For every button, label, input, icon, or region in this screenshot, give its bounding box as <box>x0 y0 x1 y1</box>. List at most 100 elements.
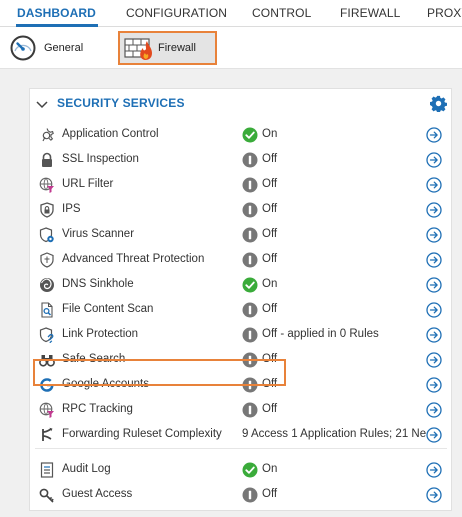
url-filter-icon <box>39 177 55 193</box>
go-arrow-icon[interactable] <box>426 202 442 221</box>
service-row-virus-scanner: Virus Scanner Off <box>30 223 451 248</box>
status-on-check-icon <box>242 462 258 481</box>
gauge-icon <box>9 34 37 62</box>
service-status: Off <box>262 153 278 165</box>
service-label: File Content Scan <box>62 303 154 315</box>
service-label: URL Filter <box>62 178 114 190</box>
binoculars-icon <box>39 352 55 368</box>
service-status: Off - applied in 0 Rules <box>262 328 379 340</box>
go-arrow-icon[interactable] <box>426 177 442 196</box>
subtab-general[interactable]: General <box>9 31 83 65</box>
subtab-firewall[interactable]: Firewall <box>118 31 217 65</box>
application-control-icon <box>39 127 55 143</box>
service-status: Off <box>262 203 278 215</box>
service-status: Off <box>262 178 278 190</box>
service-label: Virus Scanner <box>62 228 135 240</box>
service-row-rpc-tracking: RPC Tracking Off <box>30 398 451 423</box>
go-arrow-icon[interactable] <box>426 327 442 346</box>
service-label: Safe Search <box>62 353 126 365</box>
subtab-firewall-label: Firewall <box>158 42 196 54</box>
gear-icon[interactable] <box>430 95 447 115</box>
collapse-chevron-icon[interactable] <box>36 98 48 112</box>
go-arrow-icon[interactable] <box>426 252 442 271</box>
status-on-check-icon <box>242 277 258 296</box>
panel-title: SECURITY SERVICES <box>57 96 185 110</box>
security-services-panel: SECURITY SERVICES Application Control On S… <box>29 88 452 511</box>
status-off-icon <box>242 302 258 321</box>
go-arrow-icon[interactable] <box>426 377 442 396</box>
service-row-dns-sinkhole: DNS Sinkhole On <box>30 273 451 298</box>
service-label: Guest Access <box>62 488 133 500</box>
rpc-icon <box>39 402 55 418</box>
service-status: 9 Access 1 Application Rules; 21 Ne... <box>242 428 428 440</box>
go-arrow-icon[interactable] <box>426 277 442 296</box>
go-arrow-icon[interactable] <box>426 127 442 146</box>
tab-configuration[interactable]: CONFIGURATION <box>126 6 227 20</box>
go-arrow-icon[interactable] <box>426 302 442 321</box>
service-row-advanced-threat-protection: Advanced Threat Protection Off <box>30 248 451 273</box>
status-off-icon <box>242 177 258 196</box>
service-status: On <box>262 463 278 475</box>
service-row-file-content-scan: File Content Scan Off <box>30 298 451 323</box>
service-label: IPS <box>62 203 81 215</box>
lock-icon <box>39 152 55 168</box>
ruleset-icon <box>39 427 55 443</box>
status-off-icon <box>242 487 258 506</box>
service-label: Advanced Threat Protection <box>62 253 205 265</box>
status-on-check-icon <box>242 127 258 146</box>
go-arrow-icon[interactable] <box>426 427 442 446</box>
guest-key-icon <box>39 487 55 503</box>
service-label: DNS Sinkhole <box>62 278 134 290</box>
tab-proxy[interactable]: PROXY <box>427 6 462 20</box>
virus-shield-icon <box>39 227 55 243</box>
status-off-icon <box>242 227 258 246</box>
service-label: Link Protection <box>62 328 139 340</box>
subtab-general-label: General <box>44 42 84 54</box>
service-row-link-protection: Link Protection Off - applied in 0 Rules <box>30 323 451 348</box>
service-status: Off <box>262 353 278 365</box>
google-icon <box>39 377 55 393</box>
service-label: Forwarding Ruleset Complexity <box>62 428 222 440</box>
service-row-safe-search: Safe Search Off <box>30 348 451 373</box>
go-arrow-icon[interactable] <box>426 227 442 246</box>
service-status: Off <box>262 303 278 315</box>
status-off-icon <box>242 152 258 171</box>
service-row-ips: IPS Off <box>30 198 451 223</box>
tab-control[interactable]: CONTROL <box>252 6 311 20</box>
top-navigation: DASHBOARD CONFIGURATION CONTROL FIREWALL… <box>0 0 462 27</box>
status-off-icon <box>242 202 258 221</box>
tab-firewall[interactable]: FIREWALL <box>340 6 400 20</box>
service-status: Off <box>262 228 278 240</box>
status-off-icon <box>242 377 258 396</box>
service-status: Off <box>262 488 278 500</box>
link-protection-icon <box>39 327 55 343</box>
atp-icon <box>39 252 55 268</box>
service-status: Off <box>262 378 278 390</box>
service-row-google-accounts: Google Accounts Off <box>30 373 451 398</box>
go-arrow-icon[interactable] <box>426 152 442 171</box>
service-row-application-control: Application Control On <box>30 123 451 148</box>
service-row-guest-access: Guest Access Off <box>30 483 451 508</box>
service-row-audit-log: Audit Log On <box>30 458 451 483</box>
go-arrow-icon[interactable] <box>426 462 442 481</box>
sinkhole-icon <box>39 277 55 293</box>
section-divider <box>35 448 447 449</box>
audit-log-icon <box>39 462 55 478</box>
service-status: Off <box>262 403 278 415</box>
status-off-icon <box>242 402 258 421</box>
panel-header[interactable]: SECURITY SERVICES <box>30 89 451 117</box>
tab-dashboard[interactable]: DASHBOARD <box>17 6 96 20</box>
status-off-icon <box>242 252 258 271</box>
service-label: Google Accounts <box>62 378 149 390</box>
service-label: SSL Inspection <box>62 153 139 165</box>
go-arrow-icon[interactable] <box>426 487 442 506</box>
status-off-icon <box>242 327 258 346</box>
service-row-ssl-inspection: SSL Inspection Off <box>30 148 451 173</box>
firewall-icon <box>124 35 154 61</box>
go-arrow-icon[interactable] <box>426 402 442 421</box>
file-scan-icon <box>39 302 55 318</box>
go-arrow-icon[interactable] <box>426 352 442 371</box>
dashboard-subnav: General Firewall <box>0 27 462 69</box>
service-status: On <box>262 128 278 140</box>
service-label: RPC Tracking <box>62 403 133 415</box>
